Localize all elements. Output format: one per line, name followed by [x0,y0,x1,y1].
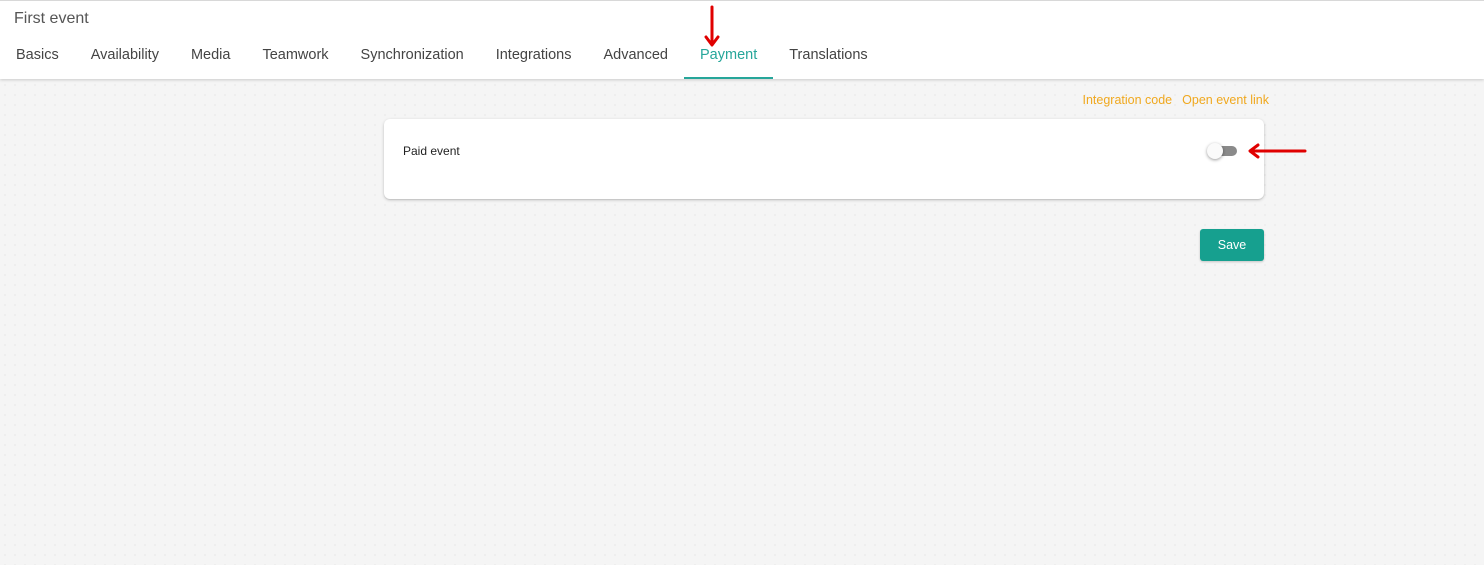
tab-bar: Basics Availability Media Teamwork Synch… [0,37,884,79]
tab-advanced[interactable]: Advanced [588,37,685,79]
tab-basics[interactable]: Basics [0,37,75,79]
tab-label: Basics [16,47,59,63]
tab-label: Integrations [495,47,572,63]
tab-integrations[interactable]: Integrations [480,37,588,79]
tab-label: Teamwork [262,47,329,63]
tab-label: Translations [789,47,868,63]
open-event-link[interactable]: Open event link [1182,93,1269,107]
tab-translations[interactable]: Translations [773,37,883,79]
event-header: First event Basics Availability Media Te… [0,0,1484,79]
tab-label: Synchronization [360,47,464,63]
tab-label: Advanced [603,47,669,63]
paid-event-label: Paid event [403,144,460,158]
save-button[interactable]: Save [1200,229,1264,261]
tab-label: Availability [90,47,159,63]
integration-code-link[interactable]: Integration code [1082,93,1172,107]
tab-label: Media [190,47,231,63]
event-links: Integration code Open event link [1082,93,1269,107]
tab-availability[interactable]: Availability [75,37,175,79]
tab-teamwork[interactable]: Teamwork [246,37,344,79]
tab-media[interactable]: Media [175,37,247,79]
tab-payment[interactable]: Payment [684,37,774,79]
paid-event-toggle[interactable] [1207,143,1239,159]
page-title: First event [14,10,89,27]
annotation-arrow-left-icon [1248,143,1307,159]
tab-synchronization[interactable]: Synchronization [345,37,480,79]
annotation-arrow-down-icon [704,5,720,47]
payment-settings-card: Paid event [384,119,1264,199]
toggle-knob [1207,143,1223,159]
